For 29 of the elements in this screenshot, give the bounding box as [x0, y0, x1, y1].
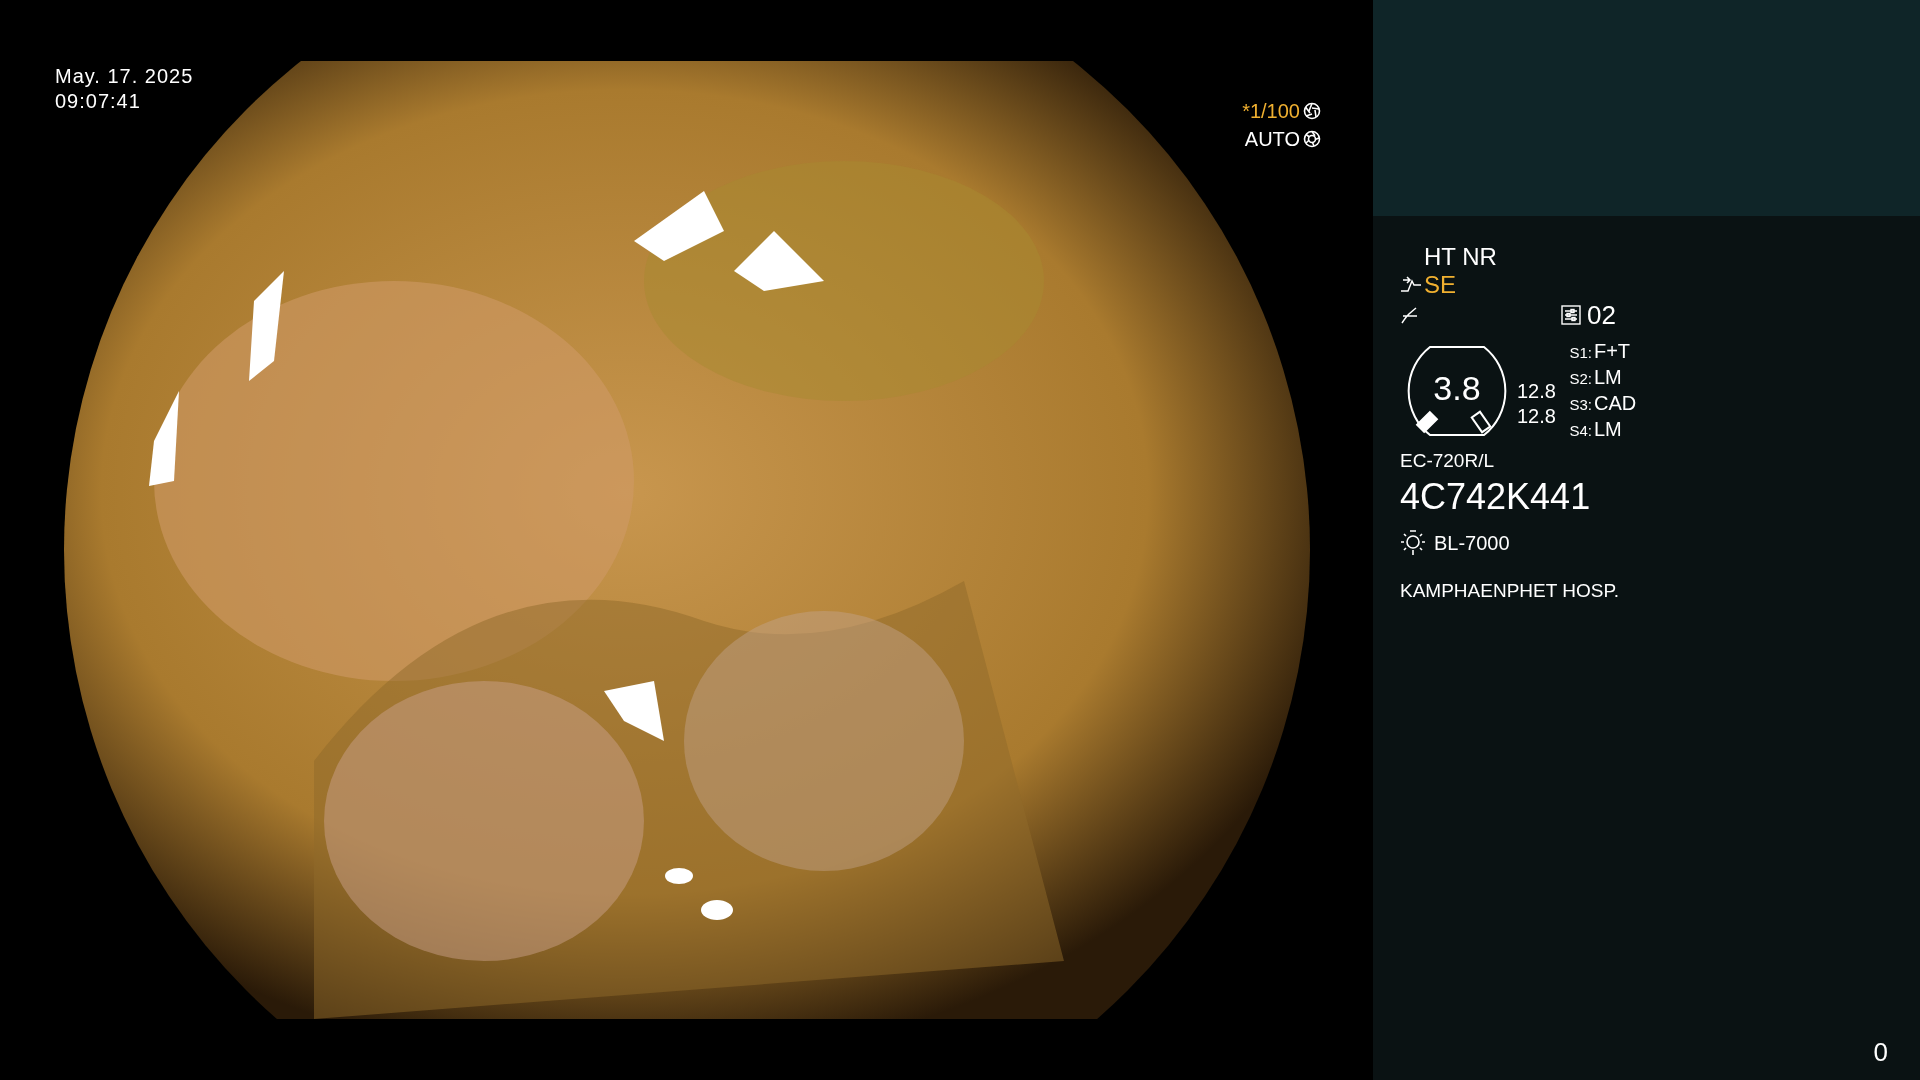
lamp-icon	[1400, 530, 1426, 556]
gauge-value: 3.8	[1433, 368, 1481, 408]
switch-label: S3:	[1568, 395, 1592, 415]
time-text: 09:07:41	[55, 89, 142, 114]
switch-label: S4:	[1568, 421, 1592, 441]
switch-label: S2:	[1568, 369, 1592, 389]
shutter-speed-text: *1/100	[1242, 99, 1300, 123]
enhancement-text: SE	[1424, 271, 1456, 299]
switch-function: CAD	[1592, 391, 1637, 416]
aperture-icon	[1303, 130, 1321, 148]
scope-model: EC-720R/L	[1400, 449, 1495, 473]
date-text: May. 17. 2025	[55, 64, 194, 89]
curve-icon	[1400, 276, 1422, 294]
aperture-icon	[1303, 102, 1321, 120]
switch-function: F+T	[1592, 339, 1631, 364]
switch-function: LM	[1592, 365, 1622, 390]
sliders-icon	[1561, 305, 1581, 325]
contrast-curve-icon	[1400, 305, 1420, 325]
light-source: BL-7000	[1434, 531, 1510, 556]
preset-number: 02	[1587, 301, 1616, 329]
reading-value: 12.8	[1517, 403, 1556, 429]
switch-function: LM	[1592, 417, 1622, 442]
processing-text: HT NR	[1423, 243, 1498, 271]
switch-label: S1:	[1568, 343, 1592, 363]
scope-serial: 4C742K441	[1400, 477, 1592, 517]
counter-text: 0	[1873, 1036, 1888, 1069]
iris-mode-text: AUTO	[1244, 127, 1300, 151]
hospital-name: KAMPHAENPHET HOSP.	[1400, 579, 1620, 603]
reading-value: 12.8	[1517, 378, 1556, 404]
